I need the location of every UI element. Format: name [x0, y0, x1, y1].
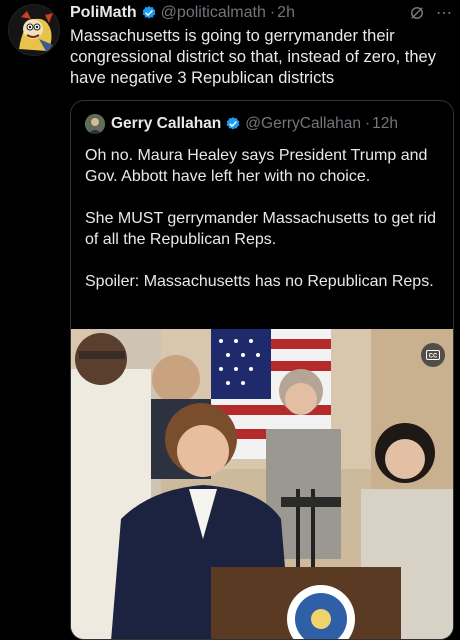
avatar[interactable] — [8, 4, 60, 56]
author-handle[interactable]: @politicalmath — [161, 4, 266, 22]
quoted-tweet[interactable]: Gerry Callahan @GerryCallahan · 12h Oh n… — [70, 100, 454, 640]
quoted-time-separator: · — [364, 115, 371, 132]
tweet-header: PoliMath @politicalmath · 2h ⋯ — [70, 2, 452, 24]
cc-icon: CC — [426, 350, 440, 360]
tweet-text: Massachusetts is going to gerrymander th… — [70, 27, 436, 87]
more-options-icon[interactable]: ⋯ — [436, 3, 452, 23]
time-separator: · — [269, 4, 276, 21]
verified-badge-icon — [142, 6, 156, 19]
captions-button[interactable]: CC — [421, 343, 445, 367]
author-name[interactable]: PoliMath — [70, 4, 137, 22]
svg-text:CC: CC — [429, 354, 438, 360]
press-conference-photo — [71, 329, 453, 639]
quoted-time[interactable]: 12h — [372, 115, 398, 133]
tweet-time[interactable]: 2h — [277, 4, 295, 22]
quoted-header: Gerry Callahan @GerryCallahan · 12h — [85, 113, 443, 135]
quoted-author-handle[interactable]: @GerryCallahan — [245, 115, 361, 133]
quoted-media-image[interactable]: CC — [71, 329, 453, 639]
quoted-verified-badge-icon — [226, 117, 240, 130]
quoted-avatar-photo-icon — [85, 114, 105, 134]
quoted-author-name[interactable]: Gerry Callahan — [111, 115, 221, 133]
quoted-text: Oh no. Maura Healey says President Trump… — [85, 147, 436, 290]
quoted-avatar[interactable] — [85, 114, 105, 134]
tweet[interactable]: PoliMath @politicalmath · 2h ⋯ Massachus… — [0, 0, 460, 640]
avatar-cartoon-icon — [9, 5, 59, 55]
grok-icon[interactable] — [408, 4, 426, 22]
